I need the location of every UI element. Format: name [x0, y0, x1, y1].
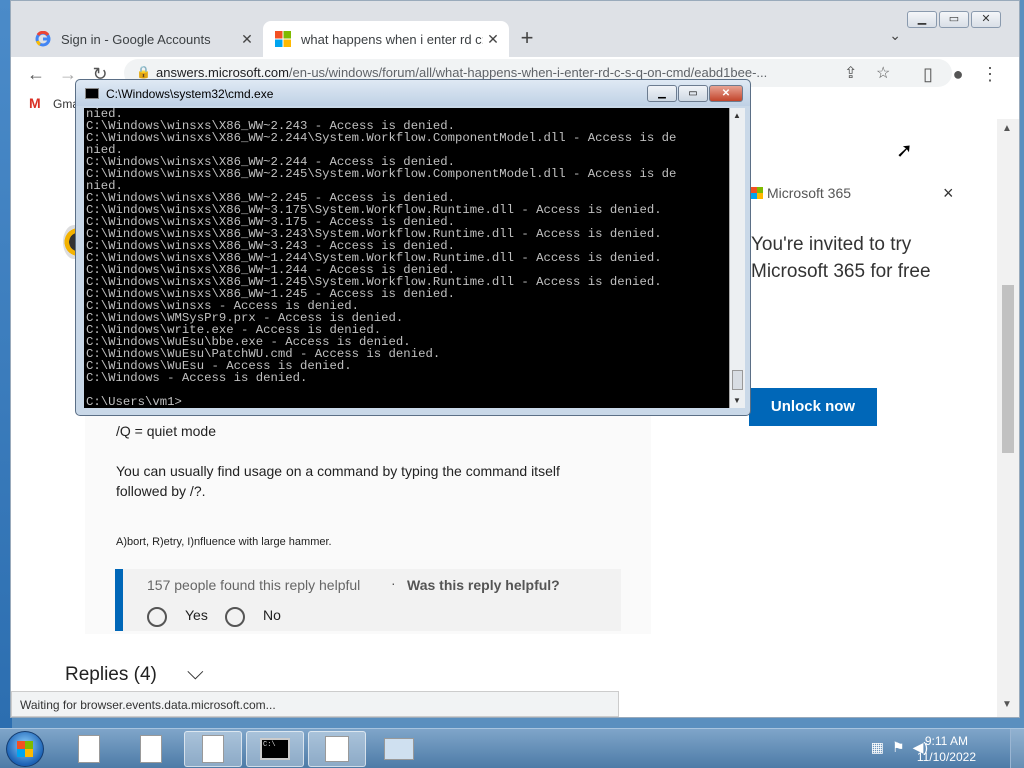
close-button[interactable]: ✕ [971, 11, 1001, 28]
clock-date: 11/10/2022 [916, 750, 976, 764]
scroll-thumb[interactable] [1002, 285, 1014, 453]
scroll-down-icon[interactable]: ▼ [1002, 699, 1012, 710]
tab-search-chevron-icon[interactable]: ⌄ [889, 27, 901, 44]
maximize-button[interactable]: ▭ [939, 11, 969, 28]
taskbar-remote-desktop[interactable] [370, 731, 428, 767]
cmd-scroll-thumb[interactable] [732, 370, 743, 390]
lock-icon[interactable]: 🔒 [136, 65, 151, 79]
cmd-title: C:\Windows\system32\cmd.exe [106, 87, 274, 101]
chevron-down-icon[interactable]: ⌵ [187, 659, 204, 685]
mouse-cursor-icon: ➚ [896, 140, 913, 162]
side-panel-icon[interactable]: ▯ [915, 61, 941, 87]
window-controls: ▁ ▭ ✕ [907, 11, 1001, 28]
scroll-down-icon[interactable]: ▼ [733, 396, 741, 405]
document-icon [202, 735, 224, 763]
gmail-icon[interactable]: M [29, 95, 41, 111]
action-center-flag-icon[interactable]: ⚑ [892, 739, 905, 756]
share-icon[interactable]: ⇪ [844, 63, 857, 83]
microsoft-icon [275, 31, 291, 47]
no-radio[interactable] [225, 607, 245, 627]
document-icon [78, 735, 100, 763]
taskbar-document-3[interactable] [184, 731, 242, 767]
show-desktop-button[interactable] [1010, 729, 1024, 768]
windows-logo-icon [17, 741, 33, 757]
cmd-scrollbar[interactable]: ▲ ▼ [729, 108, 745, 408]
clock[interactable]: 9:11 AM 11/10/2022 [917, 733, 976, 765]
tab-close-icon[interactable]: ✕ [237, 31, 257, 48]
signature: A)bort, R)etry, I)nfluence with large ha… [116, 536, 332, 548]
cmd-output: nied. C:\Windows\winsxs\X86_WW~2.243 - A… [86, 108, 677, 408]
url-text[interactable]: answers.microsoft.com/en-us/windows/foru… [156, 65, 836, 80]
document-icon [140, 735, 162, 763]
yes-radio[interactable] [147, 607, 167, 627]
taskbar-document-2[interactable] [122, 731, 180, 767]
profile-avatar-icon[interactable]: ● [945, 61, 971, 87]
cmd-app-icon [85, 88, 99, 99]
unlock-now-button[interactable]: Unlock now [749, 388, 877, 426]
scroll-up-icon[interactable]: ▲ [1002, 123, 1012, 134]
no-label[interactable]: No [263, 607, 281, 623]
tab-microsoft-answers[interactable]: what happens when i enter rd c:\ ✕ [263, 21, 509, 57]
remote-desktop-icon [384, 738, 414, 760]
cmd-console[interactable]: nied. C:\Windows\winsxs\X86_WW~2.243 - A… [84, 108, 729, 408]
new-tab-button[interactable]: + [513, 25, 541, 51]
taskbar-cmd[interactable]: C:\ [246, 731, 304, 767]
menu-dots-icon[interactable]: ⋮ [977, 61, 1003, 87]
tab-title: Sign in - Google Accounts [61, 31, 211, 47]
usage-text-line1: You can usually find usage on a command … [116, 463, 560, 479]
url-host: answers.microsoft.com [156, 65, 289, 80]
page-scrollbar[interactable]: ▲ ▼ [997, 119, 1019, 717]
close-icon[interactable]: × [943, 183, 954, 204]
cmd-window[interactable]: C:\Windows\system32\cmd.exe ▁ ▭ ✕ nied. … [75, 79, 751, 416]
status-bar: Waiting for browser.events.data.microsof… [11, 691, 619, 717]
helpful-box: 157 people found this reply helpful · Wa… [115, 569, 621, 631]
tab-close-icon[interactable]: ✕ [483, 31, 503, 48]
taskbar-solitaire[interactable] [308, 731, 366, 767]
ad-brand: Microsoft 365 [767, 185, 852, 201]
tab-title: what happens when i enter rd c:\ [301, 31, 483, 47]
yes-label[interactable]: Yes [185, 607, 208, 623]
cmd-maximize-button[interactable]: ▭ [678, 85, 708, 102]
scroll-up-icon[interactable]: ▲ [733, 111, 741, 120]
start-button[interactable] [6, 731, 44, 767]
usage-text-line2: followed by /?. [116, 483, 206, 499]
tab-strip: Sign in - Google Accounts ✕ what happens… [11, 1, 1019, 57]
url-path: /en-us/windows/forum/all/what-happens-wh… [288, 65, 768, 80]
cmd-icon: C:\ [260, 738, 290, 760]
tab-google-signin[interactable]: Sign in - Google Accounts ✕ [23, 21, 263, 57]
taskbar: C:\ ▦ ⚑ ◀) 9:11 AM 11/10/2022 [0, 728, 1024, 768]
microsoft-365-logo: Microsoft 365 [751, 185, 851, 201]
helpful-question: Was this reply helpful? [407, 577, 560, 593]
quiet-mode-text: /Q = quiet mode [116, 423, 217, 439]
solitaire-icon [325, 736, 349, 762]
minimize-button[interactable]: ▁ [907, 11, 937, 28]
replies-heading[interactable]: Replies (4) [65, 664, 157, 686]
network-icon[interactable]: ▦ [871, 739, 884, 756]
cmd-minimize-button[interactable]: ▁ [647, 85, 677, 102]
microsoft-logo-icon [751, 187, 763, 199]
bookmark-star-icon[interactable]: ☆ [876, 63, 890, 83]
google-icon [35, 31, 51, 47]
ad-headline: You're invited to try Microsoft 365 for … [751, 234, 931, 282]
taskbar-document-1[interactable] [60, 731, 118, 767]
cmd-close-button[interactable]: ✕ [709, 85, 743, 102]
helpful-count: 157 people found this reply helpful [147, 577, 361, 593]
cmd-titlebar[interactable]: C:\Windows\system32\cmd.exe ▁ ▭ ✕ [76, 80, 750, 106]
back-arrow-icon[interactable]: ← [23, 61, 49, 87]
clock-time: 9:11 AM [924, 734, 968, 748]
separator-dot: · [391, 575, 396, 591]
